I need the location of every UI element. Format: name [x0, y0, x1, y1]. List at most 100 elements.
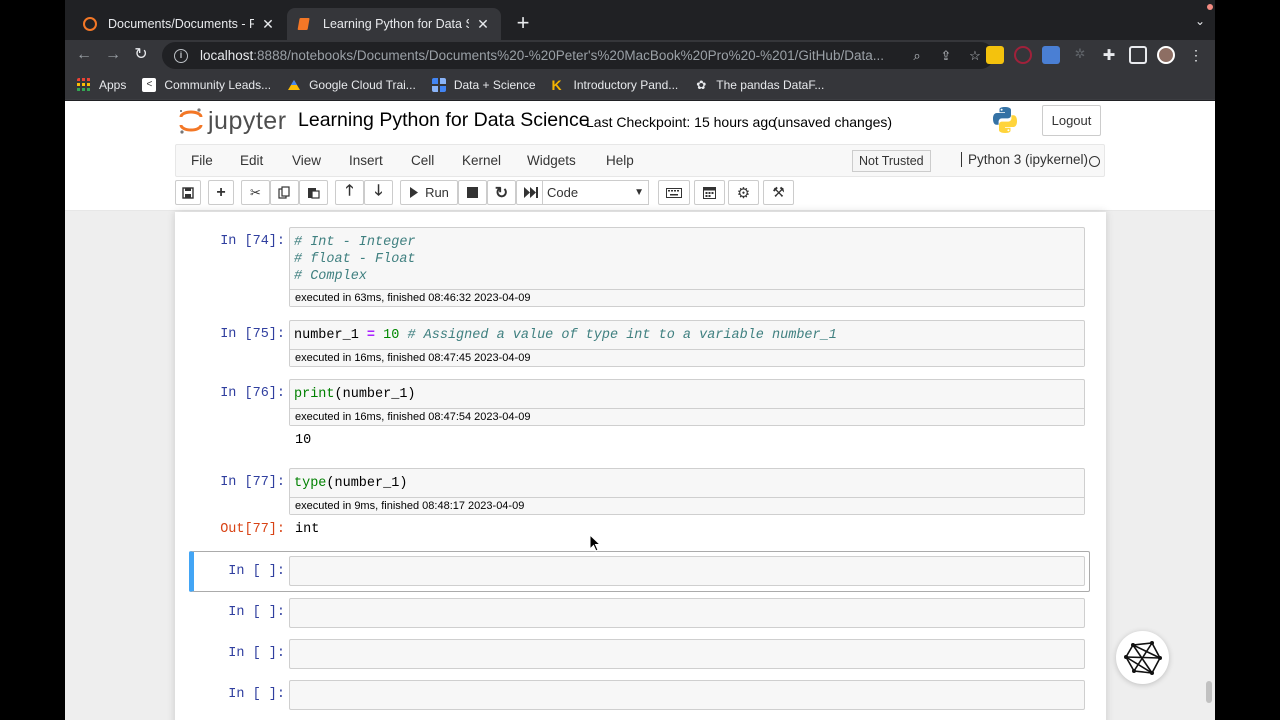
insert-cell-plus-icon[interactable]: +: [208, 180, 234, 205]
input-prompt: In [77]:: [220, 475, 285, 490]
paste-icon[interactable]: [299, 180, 328, 205]
menu-widgets[interactable]: Widgets: [527, 153, 576, 168]
cell-input[interactable]: print(number_1) executed in 16ms, finish…: [289, 379, 1085, 426]
bookmark-pandas-dataframe[interactable]: ✿ The pandas DataF...: [694, 78, 824, 92]
menu-insert[interactable]: Insert: [349, 153, 383, 168]
cut-icon[interactable]: ✂: [241, 180, 270, 205]
new-tab-icon[interactable]: +: [511, 12, 535, 36]
run-button[interactable]: Run: [400, 180, 458, 205]
browser-window: Documents/Documents - Peter's ✕ Learning…: [65, 0, 1215, 720]
empty-code-cell[interactable]: In [ ]:: [175, 639, 1106, 669]
share-icon[interactable]: ⇪: [936, 46, 956, 66]
kernel-name[interactable]: Python 3 (ipykernel): [961, 152, 1088, 167]
cell-input[interactable]: [289, 598, 1085, 628]
python-logo-icon: [993, 107, 1017, 133]
extension-play-icon[interactable]: [1014, 46, 1032, 64]
notebook-title[interactable]: Learning Python for Data Science: [298, 109, 590, 132]
extension-translate-icon[interactable]: [1042, 46, 1060, 64]
tab-title: Documents/Documents - Peter's: [108, 17, 254, 31]
extensions-puzzle-icon[interactable]: ✚: [1100, 46, 1118, 64]
zoom-icon[interactable]: ⌕: [907, 46, 927, 66]
tab-learning-python[interactable]: Learning Python for Data Scien ✕: [287, 8, 501, 40]
cell-input[interactable]: number_1 = 10 # Assigned a value of type…: [289, 320, 1085, 367]
code-cell[interactable]: In [74]: # Int - Integer # float - Float…: [175, 227, 1106, 307]
cell-input[interactable]: [289, 556, 1085, 586]
bookmark-introductory-pandas[interactable]: K Introductory Pand...: [552, 78, 679, 92]
notebook-favicon-icon: [297, 18, 310, 30]
checkpoint-status: Last Checkpoint: 15 hours ago: [586, 114, 776, 130]
input-prompt: In [ ]:: [228, 605, 285, 620]
side-panel-icon[interactable]: [1129, 46, 1147, 64]
empty-code-cell[interactable]: In [ ]:: [175, 680, 1106, 710]
chevron-down-icon[interactable]: ⌄: [1195, 14, 1205, 28]
menu-cell[interactable]: Cell: [411, 153, 434, 168]
move-down-icon[interactable]: 🡓: [364, 180, 393, 205]
code-cell[interactable]: In [75]: number_1 = 10 # Assigned a valu…: [175, 320, 1106, 368]
browser-toolbar: ← → ↻ i localhost:8888/notebooks/Documen…: [65, 40, 1215, 70]
extension-gear-icon[interactable]: ✲: [1071, 46, 1089, 64]
address-bar[interactable]: i localhost:8888/notebooks/Documents/Doc…: [162, 42, 994, 69]
site-info-icon[interactable]: i: [174, 48, 188, 63]
profile-avatar[interactable]: [1157, 46, 1175, 64]
page-scrollbar[interactable]: [1206, 681, 1212, 703]
input-prompt: In [74]:: [220, 234, 285, 249]
gear-icon[interactable]: ⚙: [728, 180, 759, 205]
tab-documents[interactable]: Documents/Documents - Peter's ✕: [72, 8, 286, 40]
network-graph-icon: [1123, 640, 1162, 675]
tab-title: Learning Python for Data Scien: [323, 17, 469, 31]
calendar-icon[interactable]: [694, 180, 725, 205]
menu-kernel[interactable]: Kernel: [462, 153, 501, 168]
pandas-icon: ✿: [696, 77, 707, 92]
autosave-status: (unsaved changes): [773, 114, 893, 130]
reload-icon[interactable]: ↻: [131, 45, 151, 65]
execution-time: executed in 16ms, finished 08:47:45 2023…: [290, 349, 1084, 366]
notebook-toolbar: + ✂ 🡑 🡓 Run ↻ Code ▼ ⚙ ⚒: [175, 180, 1105, 208]
code-cell[interactable]: In [77]: type(number_1) executed in 9ms,…: [175, 468, 1106, 548]
k-icon: K: [551, 76, 562, 93]
cell-type-select[interactable]: Code ▼: [542, 180, 649, 205]
bookmark-star-icon[interactable]: ☆: [965, 46, 985, 66]
restart-run-all-icon[interactable]: [516, 180, 545, 205]
forward-icon[interactable]: →: [103, 45, 123, 65]
apps-grid-icon: [77, 77, 90, 91]
tab-strip: Documents/Documents - Peter's ✕ Learning…: [65, 0, 1215, 40]
bookmark-community-leads[interactable]: < Community Leads...: [142, 77, 271, 92]
community-icon: <: [142, 77, 157, 92]
save-icon[interactable]: [175, 180, 201, 205]
cell-input[interactable]: # Int - Integer # float - Float # Comple…: [289, 227, 1085, 307]
copy-icon[interactable]: [270, 180, 299, 205]
execution-time: executed in 63ms, finished 08:46:32 2023…: [290, 289, 1084, 306]
cell-output: int: [295, 522, 320, 537]
jupyter-logo[interactable]: jupyter: [178, 105, 287, 137]
move-up-icon[interactable]: 🡑: [335, 180, 364, 205]
input-prompt: In [75]:: [220, 327, 285, 342]
menu-help[interactable]: Help: [606, 153, 634, 168]
bookmark-apps[interactable]: Apps: [77, 77, 126, 92]
cell-input[interactable]: [289, 680, 1085, 710]
input-prompt: In [ ]:: [228, 687, 285, 702]
close-tab-icon[interactable]: ✕: [475, 16, 491, 33]
extension-yellow-icon[interactable]: [986, 46, 1004, 64]
logout-button[interactable]: Logout: [1042, 105, 1101, 136]
empty-code-cell[interactable]: In [ ]:: [175, 598, 1106, 628]
cell-input[interactable]: type(number_1) executed in 9ms, finished…: [289, 468, 1085, 515]
bookmark-data-science[interactable]: Data + Science: [431, 77, 536, 92]
gavel-icon[interactable]: ⚒: [763, 180, 794, 205]
not-trusted-button[interactable]: Not Trusted: [852, 150, 931, 172]
network-graph-button[interactable]: [1116, 631, 1169, 684]
notebook-container: In [74]: # Int - Integer # float - Float…: [175, 212, 1106, 720]
empty-code-cell[interactable]: In [ ]:: [175, 556, 1106, 588]
restart-icon[interactable]: ↻: [487, 180, 516, 205]
stop-icon[interactable]: [458, 180, 487, 205]
close-tab-icon[interactable]: ✕: [260, 16, 276, 33]
cell-input[interactable]: [289, 639, 1085, 669]
bookmark-google-cloud[interactable]: Google Cloud Trai...: [287, 78, 416, 92]
menu-view[interactable]: View: [292, 153, 321, 168]
mouse-cursor-icon: [589, 534, 601, 552]
menu-file[interactable]: File: [191, 153, 213, 168]
back-icon[interactable]: ←: [74, 45, 94, 65]
code-cell[interactable]: In [76]: print(number_1) executed in 16m…: [175, 379, 1106, 459]
keyboard-icon[interactable]: [658, 180, 690, 205]
more-menu-icon[interactable]: ⋮: [1187, 46, 1205, 64]
menu-edit[interactable]: Edit: [240, 153, 263, 168]
